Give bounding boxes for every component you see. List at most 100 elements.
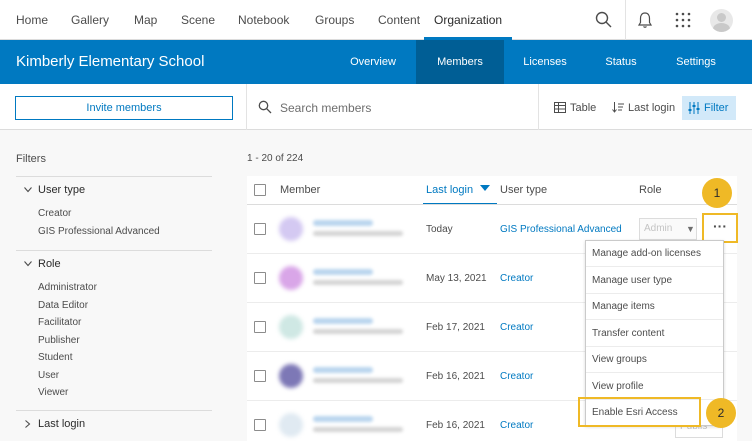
member-username-blurred: [313, 280, 403, 285]
filter-option[interactable]: Administrator: [38, 282, 97, 293]
nav-organization[interactable]: Organization: [424, 0, 513, 40]
toolbar-separator: [246, 84, 247, 130]
nav-gallery[interactable]: Gallery: [71, 0, 109, 40]
search-icon: [258, 100, 272, 114]
menu-item-manage-user-type[interactable]: Manage user type: [586, 268, 723, 294]
filter-user-type-heading[interactable]: User type: [38, 184, 85, 196]
member-username-blurred: [313, 329, 403, 334]
chevron-right-icon[interactable]: [25, 420, 31, 428]
menu-item-manage-items[interactable]: Manage items: [586, 294, 723, 320]
table-view-button[interactable]: Table: [554, 96, 600, 120]
last-login-value: May 13, 2021: [426, 273, 487, 284]
select-all-checkbox[interactable]: [254, 184, 266, 196]
highlight-enable-esri-access: [578, 397, 701, 427]
filter-role-heading[interactable]: Role: [38, 258, 61, 270]
filter-group-role: Role Administrator Data Editor Facilitat…: [16, 250, 212, 410]
role-value: Admin: [644, 223, 673, 234]
callout-step-1: 1: [702, 178, 732, 208]
filter-option[interactable]: GIS Professional Advanced: [38, 226, 160, 237]
nav-map[interactable]: Map: [134, 0, 157, 40]
filter-option[interactable]: Creator: [38, 208, 71, 219]
member-username-blurred: [313, 427, 403, 432]
filter-option[interactable]: User: [38, 370, 59, 381]
nav-content[interactable]: Content: [378, 0, 420, 40]
members-toolbar: Invite members Table Last login: [0, 84, 752, 130]
search-icon[interactable]: [594, 10, 614, 30]
menu-item-transfer-content[interactable]: Transfer content: [586, 321, 723, 347]
user-avatar[interactable]: [710, 9, 733, 32]
tab-licenses[interactable]: Licenses: [507, 40, 583, 84]
member-avatar: [279, 266, 303, 290]
column-header-user-type[interactable]: User type: [500, 176, 547, 204]
member-name-blurred: [313, 416, 373, 422]
last-login-value: Today: [426, 224, 453, 235]
organization-title: Kimberly Elementary School: [16, 53, 205, 70]
filter-label: Filter: [704, 102, 729, 114]
user-type-link[interactable]: Creator: [500, 401, 533, 441]
member-name-blurred: [313, 318, 373, 324]
filter-group-user-type: User type Creator GIS Professional Advan…: [16, 176, 212, 250]
role-select[interactable]: Admin ▼: [639, 218, 697, 240]
sort-icon: [612, 102, 624, 113]
row-checkbox[interactable]: [254, 370, 266, 382]
last-login-value: Feb 17, 2021: [426, 322, 485, 333]
member-avatar: [279, 315, 303, 339]
tab-overview[interactable]: Overview: [333, 40, 413, 84]
member-avatar: [279, 217, 303, 241]
nav-separator: [625, 0, 626, 40]
search-members-input[interactable]: [280, 97, 520, 119]
sort-descending-icon[interactable]: [480, 185, 490, 192]
nav-home[interactable]: Home: [16, 0, 48, 40]
chevron-down-icon[interactable]: [24, 187, 32, 193]
user-type-link[interactable]: Creator: [500, 352, 533, 401]
nav-groups[interactable]: Groups: [315, 0, 354, 40]
nav-notebook[interactable]: Notebook: [238, 0, 289, 40]
row-checkbox[interactable]: [254, 321, 266, 333]
member-username-blurred: [313, 378, 403, 383]
column-header-role: Role: [639, 184, 662, 196]
chevron-down-icon: ▼: [686, 224, 695, 234]
last-login-value: Feb 16, 2021: [426, 371, 485, 382]
sort-last-login-button[interactable]: Last login: [612, 96, 675, 120]
bell-icon[interactable]: [635, 10, 655, 30]
filter-sliders-icon: [688, 102, 700, 114]
column-header-member[interactable]: Member: [280, 176, 320, 204]
table-label: Table: [570, 102, 597, 114]
more-actions-button[interactable]: ···: [702, 213, 738, 243]
filter-button[interactable]: Filter: [682, 96, 736, 120]
tab-settings[interactable]: Settings: [660, 40, 732, 84]
organization-header: Kimberly Elementary School Overview Memb…: [0, 40, 752, 84]
toolbar-separator: [538, 84, 539, 130]
row-checkbox[interactable]: [254, 419, 266, 431]
apps-grid-icon[interactable]: [673, 10, 693, 30]
row-checkbox[interactable]: [254, 223, 266, 235]
member-avatar: [279, 364, 303, 388]
column-header-last-login[interactable]: Last login: [426, 176, 473, 204]
filter-option[interactable]: Viewer: [38, 387, 68, 398]
row-checkbox[interactable]: [254, 272, 266, 284]
filters-title: Filters: [16, 153, 46, 165]
member-name-blurred: [313, 220, 373, 226]
member-name-blurred: [313, 269, 373, 275]
tab-members[interactable]: Members: [416, 40, 504, 84]
filter-option[interactable]: Publisher: [38, 335, 80, 346]
filter-option[interactable]: Data Editor: [38, 300, 88, 311]
member-name-blurred: [313, 367, 373, 373]
last-login-value: Feb 16, 2021: [426, 420, 485, 431]
top-navigation: Home Gallery Map Scene Notebook Groups C…: [0, 0, 752, 40]
filter-last-login-heading[interactable]: Last login: [38, 418, 85, 430]
tab-status[interactable]: Status: [590, 40, 652, 84]
user-type-link[interactable]: Creator: [500, 303, 533, 352]
menu-item-manage-add-on-licenses[interactable]: Manage add-on licenses: [586, 241, 723, 267]
filter-option[interactable]: Facilitator: [38, 317, 81, 328]
user-type-link[interactable]: Creator: [500, 254, 533, 303]
member-avatar: [279, 413, 303, 437]
chevron-down-icon[interactable]: [24, 261, 32, 267]
member-username-blurred: [313, 231, 403, 236]
menu-item-view-groups[interactable]: View groups: [586, 347, 723, 373]
callout-step-2: 2: [706, 398, 736, 428]
filter-option[interactable]: Student: [38, 352, 72, 363]
invite-members-button[interactable]: Invite members: [15, 96, 233, 120]
table-icon: [554, 102, 566, 113]
nav-scene[interactable]: Scene: [181, 0, 215, 40]
